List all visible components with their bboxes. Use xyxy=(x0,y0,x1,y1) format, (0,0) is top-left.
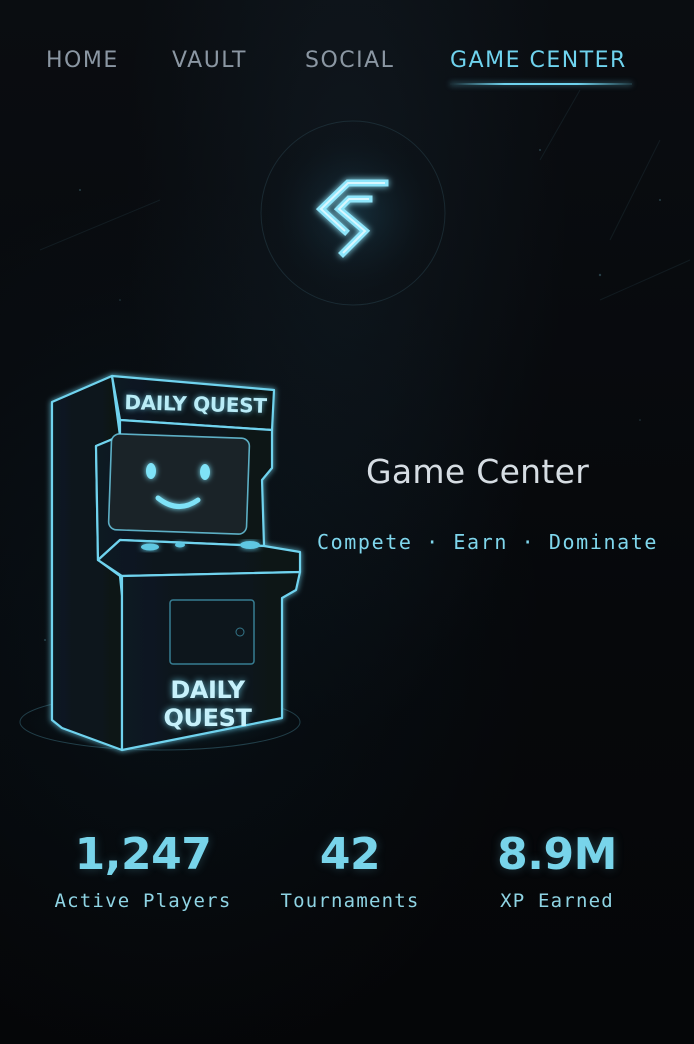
arcade-door-label: DAILY QUEST xyxy=(145,676,270,732)
stat-value: 1,247 xyxy=(74,829,212,880)
nav-item-vault[interactable]: VAULT xyxy=(172,48,247,73)
stat-value: 8.9M xyxy=(497,829,617,880)
nav-item-game-center[interactable]: GAME CENTER xyxy=(450,48,627,73)
page-tagline: Compete · Earn · Dominate xyxy=(317,530,659,554)
gc-logo-icon xyxy=(253,113,453,313)
nav-item-social[interactable]: SOCIAL xyxy=(305,48,394,73)
arcade-marquee-label: DAILY QUEST xyxy=(124,390,267,418)
page-title: Game Center xyxy=(366,452,590,491)
stat-value: 42 xyxy=(319,829,381,880)
stat-label: Tournaments xyxy=(280,890,420,912)
stat-tournaments: 42 Tournaments xyxy=(276,829,424,913)
nav-item-home[interactable]: HOME xyxy=(46,48,119,73)
top-navigation: HOME VAULT SOCIAL GAME CENTER xyxy=(0,48,694,88)
game-center-page: HOME VAULT SOCIAL GAME CENTER DAILY QUES… xyxy=(0,0,694,1044)
arcade-door-line2: QUEST xyxy=(163,704,252,732)
stat-xp-earned: 8.9M XP Earned xyxy=(490,829,624,913)
stat-label: XP Earned xyxy=(500,890,614,912)
arcade-door-line1: DAILY xyxy=(170,676,245,704)
arcade-screen xyxy=(107,433,251,535)
stat-active-players: 1,247 Active Players xyxy=(50,829,236,913)
stat-label: Active Players xyxy=(54,890,232,912)
active-tab-underline xyxy=(450,83,632,85)
